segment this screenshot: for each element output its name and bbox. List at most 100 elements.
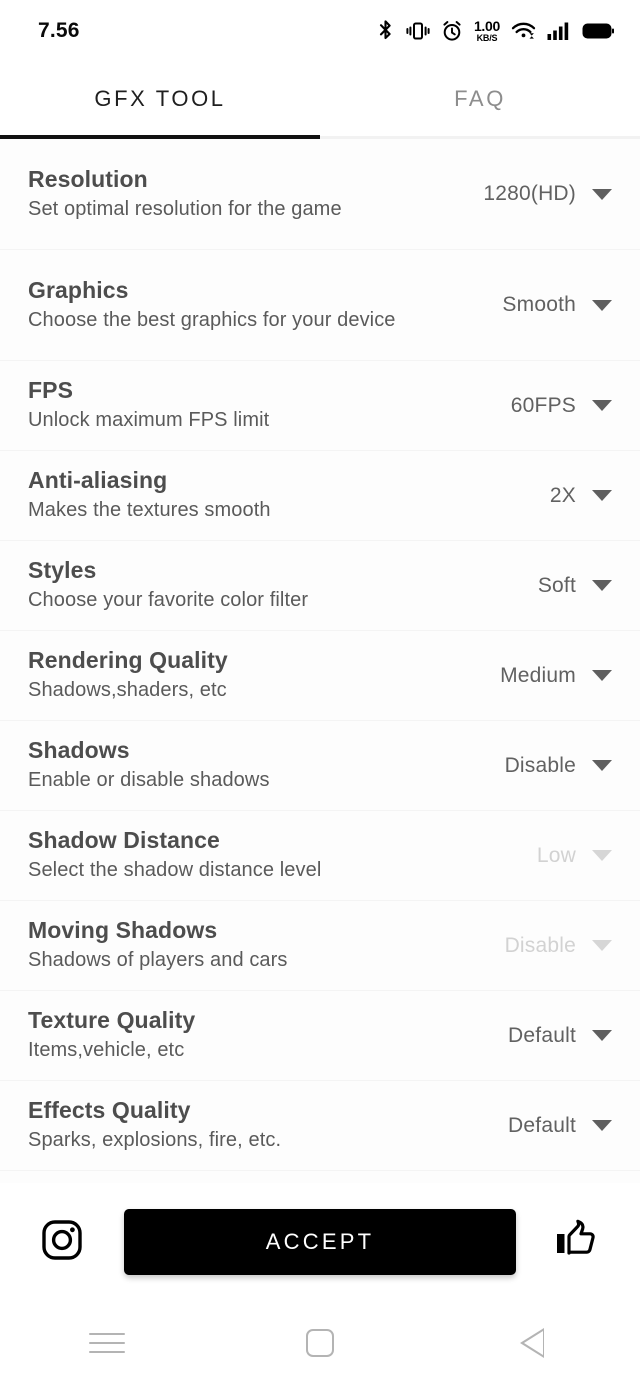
setting-subtitle: Select the shadow distance level [28, 859, 322, 882]
setting-value: Default [508, 1113, 576, 1137]
row-text: Graphics Choose the best graphics for yo… [28, 277, 502, 334]
setting-dropdown[interactable]: Default [508, 1024, 618, 1048]
nav-back-button[interactable] [427, 1328, 640, 1358]
setting-title: Graphics [28, 276, 129, 303]
setting-subtitle: Choose the best graphics for your device [28, 308, 396, 331]
chevron-down-icon [592, 1030, 612, 1041]
chevron-down-icon [592, 670, 612, 681]
setting-title: Styles [28, 557, 97, 584]
tab-faq[interactable]: FAQ [320, 62, 640, 139]
instagram-button[interactable] [36, 1216, 88, 1268]
setting-value: 1280(HD) [483, 182, 576, 205]
android-nav-bar [0, 1300, 640, 1386]
wifi-icon [511, 20, 536, 42]
setting-row-fps[interactable]: FPS Unlock maximum FPS limit 60FPS [0, 361, 640, 451]
chevron-down-icon [592, 400, 612, 411]
alarm-icon [441, 20, 463, 42]
setting-title: Effects Quality [28, 1097, 191, 1124]
row-text: Shadows Enable or disable shadows [28, 737, 505, 794]
settings-list: Resolution Set optimal resolution for th… [0, 139, 640, 1183]
setting-dropdown[interactable]: Medium [500, 664, 618, 688]
setting-row-graphics[interactable]: Graphics Choose the best graphics for yo… [0, 250, 640, 361]
hamburger-recents-icon [88, 1333, 125, 1353]
row-text: Effects Quality Sparks, explosions, fire… [28, 1097, 508, 1154]
data-rate-unit: KB/S [476, 33, 498, 43]
setting-title: Texture Quality [28, 1007, 196, 1034]
setting-subtitle: Items,vehicle, etc [28, 1039, 185, 1062]
row-text: Texture Quality Items,vehicle, etc [28, 1007, 508, 1064]
chevron-down-icon [592, 188, 612, 200]
setting-value: Disable [504, 753, 576, 777]
setting-row-shadow-distance[interactable]: Shadow Distance Select the shadow distan… [0, 811, 640, 901]
chevron-down-icon [592, 580, 612, 591]
setting-dropdown[interactable]: Smooth [502, 293, 618, 317]
setting-value: Soft [537, 573, 576, 597]
setting-dropdown[interactable]: Disable [505, 754, 618, 778]
setting-row-styles[interactable]: Styles Choose your favorite color filter… [0, 541, 640, 631]
chevron-down-icon [592, 490, 612, 501]
setting-value: Low [536, 843, 576, 867]
cellular-signal-icon [547, 21, 571, 41]
setting-dropdown[interactable]: 60FPS [511, 394, 618, 418]
setting-dropdown[interactable]: Default [508, 1114, 618, 1138]
setting-subtitle: Unlock maximum FPS limit [28, 409, 270, 432]
row-text: Shadow Distance Select the shadow distan… [28, 827, 537, 884]
setting-title: Moving Shadows [28, 917, 218, 944]
setting-row-rendering-quality[interactable]: Rendering Quality Shadows,shaders, etc M… [0, 631, 640, 721]
setting-subtitle: Makes the textures smooth [28, 499, 271, 522]
data-rate-indicator: 1.00 KB/S [474, 19, 500, 43]
setting-dropdown[interactable]: 2X [550, 484, 618, 508]
row-text: Moving Shadows Shadows of players and ca… [28, 917, 505, 974]
setting-row-texture-quality[interactable]: Texture Quality Items,vehicle, etc Defau… [0, 991, 640, 1081]
chevron-down-icon [592, 940, 612, 951]
setting-subtitle: Choose your favorite color filter [28, 589, 309, 612]
status-bar: 7.56 1.00 KB/S [0, 0, 640, 62]
row-text: Rendering Quality Shadows,shaders, etc [28, 647, 500, 704]
nav-home-button[interactable] [213, 1329, 426, 1357]
chevron-down-icon [592, 1120, 612, 1131]
status-time: 7.56 [38, 19, 80, 42]
chevron-down-icon [592, 850, 612, 861]
setting-subtitle: Shadows,shaders, etc [28, 679, 227, 702]
setting-title: Shadows [28, 737, 130, 764]
setting-title: Resolution [28, 165, 148, 192]
setting-row-shadows[interactable]: Shadows Enable or disable shadows Disabl… [0, 721, 640, 811]
setting-subtitle: Sparks, explosions, fire, etc. [28, 1129, 282, 1152]
instagram-icon [40, 1218, 84, 1265]
vibrate-icon [406, 20, 430, 42]
thumbs-up-icon [555, 1218, 601, 1265]
row-text: Resolution Set optimal resolution for th… [28, 166, 483, 223]
thumbs-up-button[interactable] [552, 1216, 604, 1268]
row-text: FPS Unlock maximum FPS limit [28, 377, 511, 434]
back-triangle-icon [520, 1328, 546, 1358]
setting-value: Default [508, 1023, 576, 1047]
tab-gfx-tool[interactable]: GFX TOOL [0, 62, 320, 139]
setting-title: Anti-aliasing [28, 467, 168, 494]
status-icon-group: 1.00 KB/S [376, 19, 614, 43]
setting-row-effects-quality[interactable]: Effects Quality Sparks, explosions, fire… [0, 1081, 640, 1171]
data-rate-value: 1.00 [473, 18, 500, 34]
chevron-down-icon [592, 760, 612, 771]
setting-dropdown[interactable]: Soft [538, 574, 618, 598]
nav-recents-button[interactable] [0, 1333, 213, 1353]
setting-subtitle: Shadows of players and cars [28, 949, 288, 972]
setting-value: 60FPS [510, 393, 576, 417]
setting-dropdown[interactable]: Disable [505, 934, 618, 958]
setting-value: Smooth [502, 293, 576, 316]
setting-row-resolution[interactable]: Resolution Set optimal resolution for th… [0, 139, 640, 250]
row-text: Styles Choose your favorite color filter [28, 557, 538, 614]
bottom-action-bar: ACCEPT [0, 1183, 640, 1300]
setting-dropdown[interactable]: 1280(HD) [483, 182, 618, 206]
setting-subtitle: Set optimal resolution for the game [28, 197, 342, 220]
bluetooth-icon [376, 19, 395, 43]
accept-button[interactable]: ACCEPT [124, 1208, 516, 1275]
chevron-down-icon [592, 299, 612, 311]
setting-value: Disable [504, 933, 576, 957]
setting-dropdown[interactable]: Low [537, 844, 618, 868]
setting-row-anti-aliasing[interactable]: Anti-aliasing Makes the textures smooth … [0, 451, 640, 541]
row-text: Anti-aliasing Makes the textures smooth [28, 467, 550, 524]
setting-value: Medium [500, 663, 576, 687]
setting-row-moving-shadows[interactable]: Moving Shadows Shadows of players and ca… [0, 901, 640, 991]
home-square-icon [305, 1329, 334, 1357]
setting-title: Rendering Quality [28, 647, 228, 674]
